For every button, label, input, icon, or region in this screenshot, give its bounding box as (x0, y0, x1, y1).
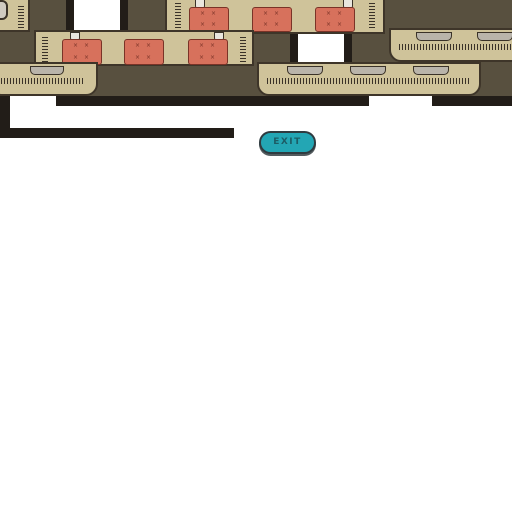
cushion-icon[interactable] (124, 39, 164, 65)
table-leg-icon (413, 66, 449, 75)
table-leg-icon (30, 66, 64, 75)
game-viewport: EXIT (0, 0, 512, 512)
table-leg-icon (350, 66, 386, 75)
couch-armrest-right (240, 36, 246, 62)
wall-horizontal-2 (432, 96, 512, 106)
couch-armrest-left (42, 36, 48, 62)
void-gap-1 (74, 0, 120, 32)
couch-seat-ticks (399, 44, 512, 50)
void-gap-2 (298, 32, 344, 64)
couch-armrest-left (175, 2, 181, 28)
table-leg-icon (287, 66, 323, 75)
exit-button[interactable]: EXIT (259, 131, 316, 154)
robot-part-icon (0, 0, 8, 20)
wall-horizontal-1 (56, 96, 369, 106)
cushion-icon[interactable] (189, 7, 229, 32)
table-leg-icon (477, 32, 512, 41)
wall-vertical-left (0, 96, 10, 130)
couch-seat-ticks (267, 78, 471, 84)
wall-mid-2 (344, 32, 352, 64)
cushion-icon[interactable] (188, 39, 228, 65)
wall-mid-1 (290, 32, 298, 64)
wall-top-2 (120, 0, 128, 32)
table-leg-icon (416, 32, 452, 41)
wall-horizontal-3 (0, 128, 234, 138)
cushion-icon[interactable] (315, 7, 355, 32)
wall-top-1 (66, 0, 74, 32)
couch-armrest-right (18, 4, 24, 28)
cushion-icon[interactable] (252, 7, 292, 32)
couch-seat-ticks (0, 78, 84, 84)
couch-armrest-right (369, 2, 375, 28)
